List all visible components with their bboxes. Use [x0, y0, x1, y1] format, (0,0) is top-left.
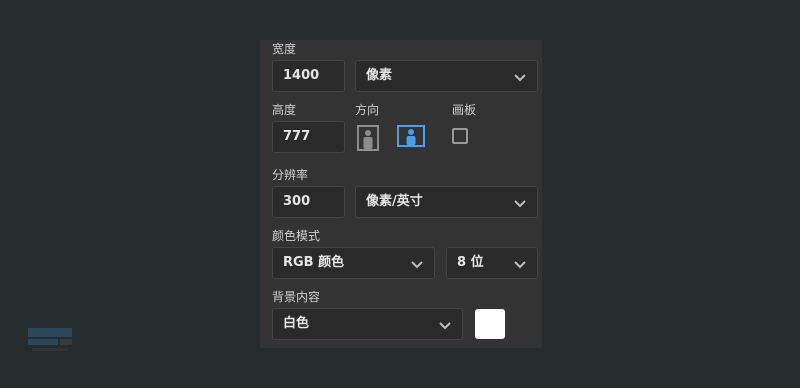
artboard-checkbox[interactable]	[452, 128, 468, 144]
width-unit-select[interactable]: 像素	[355, 60, 538, 92]
background-value: 白色	[283, 316, 310, 331]
document-settings-panel: 宽度 1400 像素 高度 777 方向 画板 分辨率 300 像素/英寸 颜色…	[260, 40, 542, 348]
orientation-label: 方向	[355, 103, 380, 117]
resolution-unit-select[interactable]: 像素/英寸	[355, 186, 538, 218]
bit-depth-select[interactable]: 8 位	[446, 247, 538, 279]
height-field[interactable]: 777	[272, 121, 345, 153]
width-unit-value: 像素	[366, 68, 393, 83]
height-label: 高度	[272, 103, 297, 117]
color-mode-select[interactable]: RGB 颜色	[272, 247, 435, 279]
width-field[interactable]: 1400	[272, 60, 345, 92]
chevron-down-icon	[439, 322, 451, 330]
landscape-icon[interactable]	[397, 125, 425, 147]
color-mode-label: 颜色模式	[272, 229, 321, 243]
color-mode-value: RGB 颜色	[283, 255, 345, 270]
resolution-label: 分辨率	[272, 168, 309, 182]
background-color-swatch[interactable]	[475, 309, 505, 339]
chevron-down-icon	[411, 261, 423, 269]
artboard-label: 画板	[452, 103, 477, 117]
bit-depth-value: 8 位	[457, 255, 484, 270]
chevron-down-icon	[514, 200, 526, 208]
chevron-down-icon	[514, 261, 526, 269]
background-label: 背景内容	[272, 290, 321, 304]
watermark-logo	[28, 328, 72, 351]
background-select[interactable]: 白色	[272, 308, 463, 340]
portrait-icon[interactable]	[357, 125, 379, 151]
width-label: 宽度	[272, 42, 297, 56]
chevron-down-icon	[514, 74, 526, 82]
resolution-field[interactable]: 300	[272, 186, 345, 218]
resolution-unit-value: 像素/英寸	[366, 194, 423, 209]
